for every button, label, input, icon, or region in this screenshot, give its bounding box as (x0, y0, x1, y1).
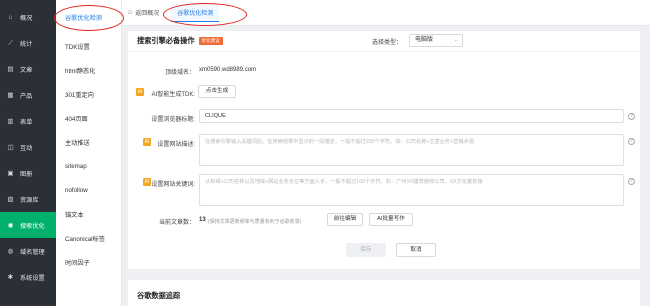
article-count-label: 当前文章数： (158, 220, 195, 226)
tab-label: 谷歌优化检测 (177, 10, 214, 17)
product-icon: ▦ (7, 91, 14, 99)
subnav-item-label: Canonical标签 (65, 235, 105, 243)
sidebar-item-stats[interactable]: ⟋ 统计 (0, 30, 56, 56)
domain-value: xm0590.wd8989.com (199, 67, 257, 73)
google-tracking-title: 谷歌数据追踪 (137, 291, 181, 300)
subnav-item-push[interactable]: 主动推送 (56, 130, 121, 154)
interact-icon: ◫ (7, 143, 14, 151)
search-icon: ◉ (7, 221, 14, 229)
resource-icon: ▧ (7, 195, 14, 203)
breadcrumb[interactable]: ⌂ 返回概况 (122, 8, 159, 17)
save-button[interactable]: 保存 (346, 243, 386, 257)
keywords-label: 设置网站关键词: (151, 182, 195, 188)
help-icon[interactable]: ? (628, 113, 635, 120)
sidebar-item-label: 搜索优化 (20, 222, 45, 230)
sidebar-item-album[interactable]: ▣ 图册 (0, 160, 56, 186)
browser-title-input[interactable]: CLIQUE (199, 109, 624, 123)
subnav-item-time-factor[interactable]: 时间因子 (56, 250, 121, 274)
sidebar-item-settings[interactable]: ✱ 系统设置 (0, 264, 56, 290)
description-label: 设置网站描述: (157, 142, 195, 148)
subnav-item-sitemap[interactable]: sitemap (56, 154, 121, 178)
ai-tdk-label: AI智能生成TDK: (151, 92, 195, 98)
subnav-item-tdk[interactable]: TDK设置 (56, 34, 121, 58)
google-tracking-card: 谷歌数据追踪 (128, 280, 640, 306)
device-type-value: 电脑版 (415, 37, 434, 43)
article-icon: ▤ (7, 65, 14, 73)
card-title: 搜索引擎必备操作 (137, 36, 195, 45)
go-edit-button[interactable]: 前往编辑 (327, 213, 363, 226)
device-type-select[interactable]: 电脑版 ⌄ (409, 34, 463, 47)
top-bar: ⌂ 返回概况 谷歌优化检测 (122, 0, 650, 26)
generate-tdk-button[interactable]: 点击生成 (198, 85, 236, 98)
suggestion-tag: 优化建议 (198, 37, 223, 45)
subnav-item-301[interactable]: 301重定向 (56, 82, 121, 106)
subnav-item-label: sitemap (65, 162, 87, 170)
chevron-down-icon: ⌄ (453, 37, 458, 43)
chart-icon: ⟋ (8, 39, 13, 47)
description-textarea[interactable]: 在搜索引擎输入关键词后，在搜索结果中显示的一段描述，一般不超过200个字符。如：… (199, 134, 624, 166)
subnav-item-404[interactable]: 404页面 (56, 106, 121, 130)
subnav-item-html-static[interactable]: html静态化 (56, 58, 121, 82)
cancel-button[interactable]: 取消 (396, 243, 436, 257)
gear-icon: ✱ (7, 273, 14, 281)
article-count-note: (保持文章更新频率与质量有利于谷歌收录) (208, 219, 302, 225)
subnav-item-label: 404页面 (65, 115, 88, 123)
sidebar-item-label: 域名管理 (20, 248, 45, 256)
sidebar-item-label: 文章 (20, 66, 33, 74)
subnav-item-label: 主动推送 (65, 139, 90, 147)
seo-subnav: 谷歌优化检测 TDK设置 html静态化 301重定向 404页面 主动推送 s… (56, 0, 122, 306)
subnav-item-label: 锚文本 (65, 211, 84, 219)
home-icon: ⌂ (128, 9, 133, 16)
home-icon: ⌂ (8, 13, 13, 21)
sidebar-item-products[interactable]: ▦ 产品 (0, 82, 56, 108)
sidebar-item-label: 互动 (20, 144, 33, 152)
globe-icon: ◍ (7, 247, 14, 255)
domain-label: 顶级域名： (164, 70, 195, 76)
help-icon[interactable]: ? (628, 178, 635, 185)
article-count-value: 13 (199, 217, 206, 223)
divider (128, 51, 640, 52)
browser-title-label: 设置浏览器标题: (151, 117, 195, 123)
sidebar-item-domain[interactable]: ◍ 域名管理 (0, 238, 56, 264)
sidebar-item-label: 产品 (20, 92, 33, 100)
sidebar-item-label: 表单 (20, 118, 33, 126)
sidebar-item-label: 统计 (20, 40, 33, 48)
select-type-label: 选择类型： (372, 40, 403, 46)
album-icon: ▣ (7, 169, 14, 177)
subnav-item-label: 时间因子 (65, 259, 90, 267)
sidebar-item-label: 概况 (20, 14, 33, 22)
sidebar-item-resources[interactable]: ▧ 资源库 (0, 186, 56, 212)
form-icon: ▥ (7, 117, 14, 125)
subnav-item-google-check[interactable]: 谷歌优化检测 (56, 0, 121, 34)
sidebar-item-articles[interactable]: ▤ 文章 (0, 56, 56, 82)
sidebar-item-forms[interactable]: ▥ 表单 (0, 108, 56, 134)
sidebar-item-label: 资源库 (20, 196, 39, 204)
sidebar-item-label: 图册 (20, 170, 33, 178)
main-sidebar: ⌂ 概况 ⟋ 统计 ▤ 文章 ▦ 产品 ▥ 表单 ◫ 互动 ▣ 图册 ▧ 资源库 ◉ 搜索优化 ◍… (0, 0, 56, 306)
subnav-item-nofollow[interactable]: nofollow (56, 178, 121, 202)
subnav-item-anchor[interactable]: 锚文本 (56, 202, 121, 226)
subnav-item-label: nofollow (65, 186, 88, 194)
subnav-item-label: TDK设置 (65, 43, 90, 51)
subnav-item-canonical[interactable]: Canonical标签 (56, 226, 121, 250)
sidebar-item-interact[interactable]: ◫ 互动 (0, 134, 56, 160)
help-icon[interactable]: ? (628, 138, 635, 145)
ai-badge-icon: AI (136, 88, 144, 96)
sidebar-item-label: 系统设置 (20, 274, 45, 282)
subnav-item-label: 301重定向 (65, 91, 94, 99)
sidebar-item-seo[interactable]: ◉ 搜索优化 (0, 212, 56, 238)
tab-google-check[interactable]: 谷歌优化检测 (171, 3, 220, 22)
sidebar-item-overview[interactable]: ⌂ 概况 (0, 4, 56, 30)
keywords-textarea[interactable]: 从标域+公司名称以及地域+网站业务定位等方面入手，一般不超过100个字符。如：广… (199, 174, 624, 206)
seo-essentials-card: 搜索引擎必备操作 优化建议 选择类型： 电脑版 ⌄ 顶级域名： xm0590.w… (128, 31, 640, 269)
subnav-item-label: 谷歌优化检测 (65, 14, 103, 22)
subnav-item-label: html静态化 (65, 67, 96, 75)
breadcrumb-back-label: 返回概况 (135, 11, 160, 17)
ai-batch-write-button[interactable]: AI批量写作 (369, 213, 413, 226)
